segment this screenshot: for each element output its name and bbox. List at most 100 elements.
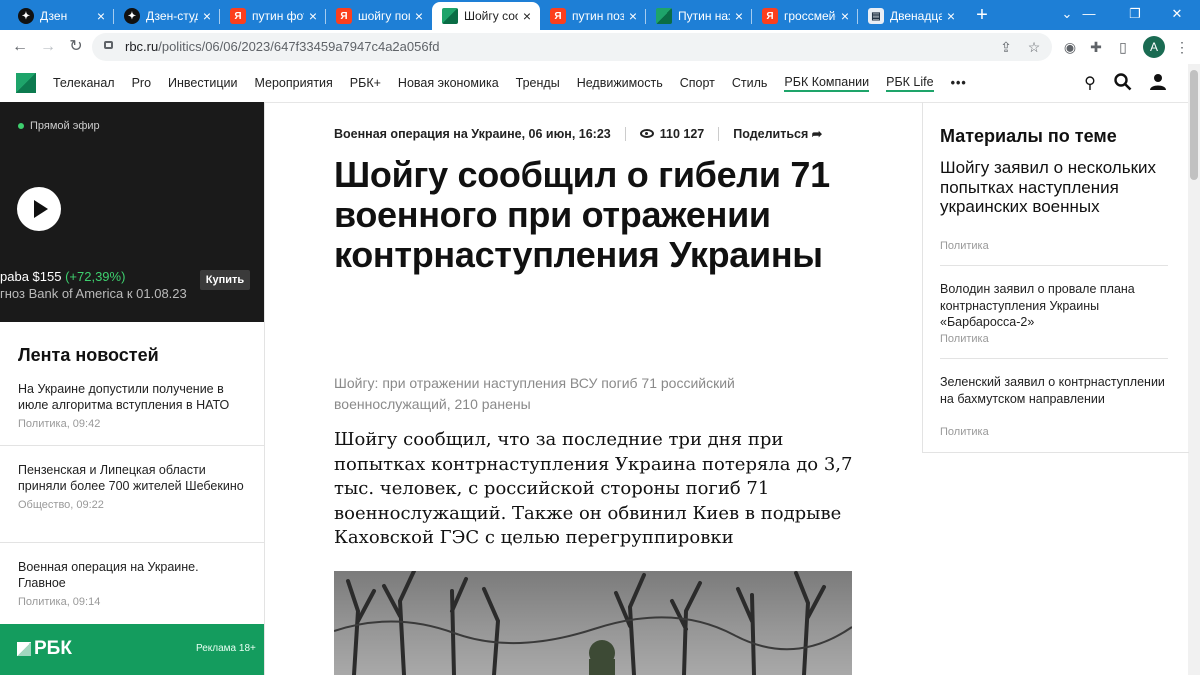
close-icon[interactable]: × (730, 8, 748, 24)
extensions-puzzle-icon[interactable]: ✚ (1086, 37, 1106, 57)
share-button[interactable]: Поделиться ➦ (733, 126, 822, 141)
browser-tab[interactable]: ✦ Дзен × (8, 2, 114, 30)
nav-item[interactable]: Спорт (680, 76, 715, 90)
forward-icon[interactable]: → (38, 37, 58, 57)
nav-item-rbc-life[interactable]: РБК Life (886, 75, 934, 92)
nav-item[interactable]: Стиль (732, 76, 768, 90)
close-icon[interactable]: × (624, 8, 642, 24)
close-icon[interactable]: × (304, 8, 322, 24)
nav-item[interactable]: РБК+ (350, 76, 381, 90)
tab-title: гроссмейстер (784, 9, 836, 23)
live-player[interactable]: Прямой эфир раba $155 (+72,39%) гноз Ban… (0, 102, 264, 322)
yandex-icon: Я (762, 8, 778, 24)
nav-item[interactable]: Мероприятия (254, 76, 332, 90)
nav-item[interactable]: Инвестиции (168, 76, 237, 90)
rbc-icon (656, 8, 672, 24)
play-icon[interactable] (17, 187, 61, 231)
news-feed-item[interactable]: Военная операция на Украине. Главное Пол… (18, 559, 248, 610)
close-icon[interactable]: × (198, 8, 216, 24)
nav-menu: Телеканал Pro Инвестиции Мероприятия РБК… (53, 64, 967, 102)
bookmark-star-icon[interactable]: ☆ (1024, 37, 1044, 57)
news-feed-item[interactable]: Пензенская и Липецкая области приняли бо… (18, 462, 248, 513)
nav-item[interactable]: Новая экономика (398, 76, 499, 90)
tab-title: Дзен-студия (146, 9, 198, 23)
nav-item-rbc-companies[interactable]: РБК Компании (784, 75, 870, 92)
location-icon[interactable]: ⚲ (1080, 73, 1100, 93)
user-icon[interactable] (1148, 73, 1168, 93)
tab-title: Двенадцать (890, 9, 942, 23)
browser-menu-icon[interactable]: ⋮ (1172, 37, 1192, 57)
share-page-icon[interactable]: ⇪ (996, 37, 1016, 57)
browser-tab[interactable]: ▤ Двенадцать × (858, 2, 964, 30)
views-count: 110 127 (659, 126, 705, 141)
nav-item[interactable]: Pro (132, 76, 151, 90)
browser-tab[interactable]: ✦ Дзен-студия × (114, 2, 220, 30)
tab-title: Дзен (40, 9, 68, 23)
browser-tab-active[interactable]: Шойгу сообщил × (432, 2, 540, 30)
rbc-banner[interactable]: РБК Реклама 18+ (0, 624, 264, 675)
buy-button[interactable]: Купить (200, 270, 250, 290)
tab-title: путин поздравил (572, 9, 624, 23)
dzen-icon: ✦ (124, 8, 140, 24)
close-icon[interactable]: × (836, 8, 854, 24)
profile-avatar[interactable]: A (1143, 36, 1165, 58)
tab-title: шойгу погиб (358, 9, 410, 23)
news-meta: Политика, 09:14 (18, 596, 101, 608)
close-window-icon[interactable]: ✕ (1154, 0, 1200, 30)
browser-tab[interactable]: Я гроссмейстер × (752, 2, 858, 30)
restore-icon[interactable]: ❐ (1112, 0, 1158, 30)
related-title: Материалы по теме (940, 126, 1117, 146)
news-feed-title: Лента новостей (18, 345, 159, 365)
related-item[interactable]: Володин заявил о провале плана контрнаст… (940, 281, 1165, 331)
reload-icon[interactable]: ↻ (66, 37, 86, 57)
search-icon[interactable] (1113, 73, 1133, 93)
yandex-icon: Я (336, 8, 352, 24)
browser-tab[interactable]: Я шойгу погиб × (326, 2, 432, 30)
browser-tab[interactable]: Путин назвал × (646, 2, 752, 30)
promo-price: раba $155 (+72,39%) (0, 269, 126, 284)
close-icon[interactable]: × (518, 8, 536, 24)
share-arrow-icon: ➦ (811, 127, 823, 141)
side-panel-icon[interactable]: ▯ (1113, 37, 1133, 57)
article-meta: Военная операция на Украине, 06 июн, 16:… (334, 126, 822, 141)
close-icon[interactable]: × (92, 8, 110, 24)
ad-label: Реклама 18+ (196, 643, 256, 654)
related-category: Политика (940, 333, 989, 345)
rbc-banner-logo: РБК (17, 638, 72, 660)
nav-item[interactable]: Недвижимость (577, 76, 663, 90)
live-label: Прямой эфир (18, 120, 100, 132)
url-text: rbc.ru/politics/06/06/2023/647f33459a794… (125, 39, 440, 54)
back-icon[interactable]: ← (10, 37, 30, 57)
address-bar[interactable]: rbc.ru/politics/06/06/2023/647f33459a794… (92, 33, 1052, 61)
related-item[interactable]: Зеленский заявил о контрнаступлении на б… (940, 374, 1165, 407)
close-icon[interactable]: × (942, 8, 960, 24)
live-dot-icon (18, 123, 24, 129)
more-menu-icon[interactable]: ••• (951, 76, 967, 90)
nav-item[interactable]: Телеканал (53, 76, 115, 90)
scrollbar-thumb[interactable] (1190, 70, 1198, 180)
news-feed-item[interactable]: На Украине допустили получение в июле ал… (18, 381, 248, 432)
yandex-icon: Я (550, 8, 566, 24)
dzen-icon: ✦ (18, 8, 34, 24)
close-icon[interactable]: × (410, 8, 428, 24)
minimize-icon[interactable]: — (1066, 0, 1112, 30)
extension-icon[interactable]: ◉ (1060, 37, 1080, 57)
article-category-date[interactable]: Военная операция на Украине, 06 июн, 16:… (334, 127, 611, 141)
tab-title: путин фото (252, 9, 304, 23)
site-icon: ▤ (868, 8, 884, 24)
related-item-main[interactable]: Шойгу заявил о нескольких попытках насту… (940, 158, 1165, 217)
article-photo[interactable] (334, 571, 852, 675)
browser-tab[interactable]: Я путин поздравил × (540, 2, 646, 30)
rbc-icon (442, 8, 458, 24)
news-meta: Общество, 09:22 (18, 499, 104, 511)
views-icon (639, 129, 654, 138)
related-materials: Материалы по теме Шойгу заявил о несколь… (922, 102, 1189, 453)
page-scrollbar[interactable] (1188, 64, 1200, 675)
browser-tab[interactable]: Я путин фото × (220, 2, 326, 30)
left-sidebar: Прямой эфир раba $155 (+72,39%) гноз Ban… (0, 102, 265, 675)
browser-tab-strip: ✦ Дзен × ✦ Дзен-студия × Я путин фото × … (0, 0, 1200, 30)
nav-item[interactable]: Тренды (516, 76, 560, 90)
lock-icon[interactable] (104, 41, 113, 49)
rbc-logo[interactable] (16, 73, 36, 93)
new-tab-button[interactable]: + (970, 4, 994, 28)
